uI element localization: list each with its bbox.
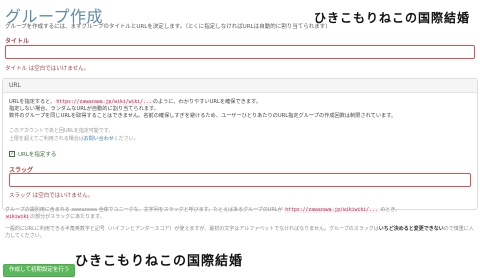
title-error: タイトル は空白ではいけません。 — [5, 66, 90, 72]
slug-description: グループの識別用に含まれる zawazawa 全体でユニークな、文字列をスラッグ… — [5, 207, 475, 221]
url-example-code: https://zawazawa.jp/wiki/wiki/... — [55, 100, 153, 105]
slug-immutable-warning: いちど決めると変更できない — [378, 226, 444, 232]
url-line-2: 指定しない場合、ランダムなURLが自動的に割り当てられます。 — [9, 106, 159, 112]
slug-example-part: wikiwiki — [5, 215, 31, 220]
url-line-1: URLを指定すると、https://zawazawa.jp/wiki/wiki/… — [9, 99, 396, 106]
intro-text: グループを作成するには、まずグループのタイトルとURLを決定します。（とくに指定… — [5, 24, 331, 30]
url-line-3: 数件のグループを同じURLを取得することはできません。名前の確保しすぎを避けるた… — [9, 113, 397, 119]
url-specify-toggle[interactable]: ✓ URLを指定する — [9, 150, 56, 158]
url-panel: URL URLを指定すると、https://zawazawa.jp/wiki/w… — [2, 78, 478, 210]
url-description: URLを指定すると、https://zawazawa.jp/wiki/wiki/… — [9, 99, 396, 120]
url-remaining-count: このアカウントであと回URLを指定可能です。 — [9, 128, 114, 134]
contact-link[interactable]: お問い合わせ — [84, 136, 114, 142]
url-specify-label: URLを指定する — [18, 152, 57, 158]
slug-rules-note: 一般的にURLに利用できる半角英数字と記号（ハイフンとアンダースコア）が使えます… — [5, 226, 475, 240]
slug-desc-suffix: の部分がスラッグにあたります。 — [30, 214, 105, 220]
slug-error: スラッグ は空白ではいけません。 — [9, 193, 94, 199]
title-label: タイトル — [5, 38, 30, 45]
url-panel-heading: URL — [3, 79, 477, 93]
slug-rules-text: 一般的にURLに利用できる半角英数字と記号（ハイフンとアンダースコア）が使えます… — [5, 226, 379, 232]
url-limit-note: 上限を超えてご利用される場合はお問い合わせください。 — [9, 135, 139, 142]
slug-input[interactable] — [9, 173, 471, 187]
url-specify-checkbox[interactable]: ✓ — [9, 151, 15, 157]
slug-example-code: https://zawazawa.jp/wikiwiki/... — [284, 208, 379, 213]
slug-desc-text: グループの識別用に含まれる zawazawa 全体でユニークな、文字列をスラッグ… — [5, 207, 283, 213]
slug-desc-middle: のとき、 — [380, 207, 400, 213]
watermark-top: ひきこもりねこの国際結婚 — [313, 11, 470, 25]
url-limit-text: 上限を超えてご利用される場合は — [9, 136, 84, 142]
watermark-bottom: ひきこもりねこの国際結婚 — [75, 254, 244, 269]
url-line-1-text: URLを指定すると、 — [9, 99, 56, 105]
url-limit-suffix: ください。 — [113, 136, 139, 142]
create-group-button[interactable]: 作成して初期設定を行う — [3, 264, 76, 277]
url-line-1-suffix: のように、わかりやすいURLを確保できます。 — [152, 99, 261, 105]
title-input[interactable] — [5, 45, 475, 59]
